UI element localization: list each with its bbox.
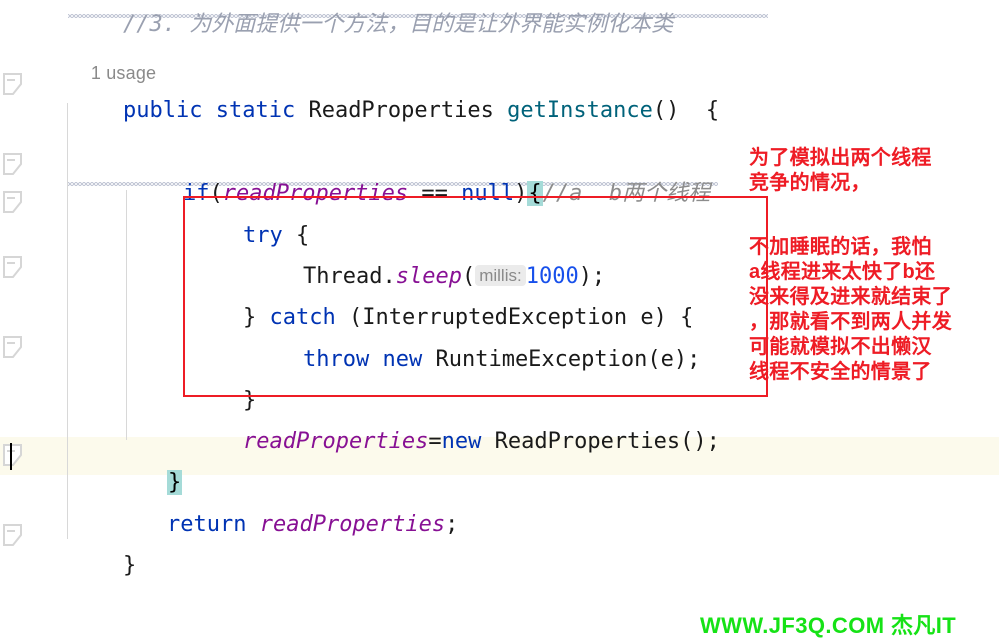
semicolon: ;: [445, 512, 459, 537]
if-close-paren: ): [514, 181, 528, 206]
code-line-top-comment[interactable]: //3. 为外面提供一个方法，目的是让外界能实例化本类: [70, 0, 673, 64]
equality-operator: ==: [408, 181, 462, 206]
inline-comment: //a b两个线程: [542, 181, 711, 206]
keyword-throw: throw: [302, 347, 370, 372]
keyword-new: new: [382, 347, 423, 372]
code-editor-canvas[interactable]: //3. 为外面提供一个方法，目的是让外界能实例化本类 1 usage publ…: [0, 0, 999, 638]
code-fold-icon[interactable]: [2, 72, 24, 98]
code-line-method-close[interactable]: }: [70, 527, 136, 605]
method-close-brace: }: [122, 553, 137, 578]
keyword-return: return: [166, 512, 247, 537]
annotation-note-top: 为了模拟出两个线程 竞争的情况，: [749, 147, 932, 194]
code-line-return[interactable]: return readProperties;: [114, 486, 458, 564]
field-readproperties: readProperties: [259, 512, 446, 537]
code-fold-icon[interactable]: [2, 255, 24, 281]
code-line-assign[interactable]: readProperties=new ReadProperties();: [190, 403, 720, 481]
annotation-note-bottom: 不加睡眠的话，我怕 a线程进来太快了b还 没来得及进来就结束了 ，那就看不到两人…: [749, 236, 952, 383]
code-fold-icon[interactable]: [2, 443, 24, 469]
code-fold-icon[interactable]: [2, 152, 24, 178]
method-name: getInstance: [507, 98, 653, 123]
keyword-public: public: [122, 98, 203, 123]
signature-parens: (): [652, 98, 680, 123]
assign-operator: =: [428, 429, 442, 454]
keyword-static: static: [215, 98, 296, 123]
code-fold-icon[interactable]: [2, 335, 24, 361]
return-type: ReadProperties: [308, 98, 494, 123]
code-line-throw[interactable]: throw new RuntimeException(e);: [250, 321, 700, 399]
indent-guide: [67, 103, 68, 539]
null-literal: null: [461, 181, 515, 206]
constructor-call: ReadProperties();: [494, 429, 720, 454]
runtime-exception-call: RuntimeException(e);: [435, 347, 701, 372]
indent-guide: [126, 190, 127, 440]
top-comment-text: //3. 为外面提供一个方法，目的是让外界能实例化本类: [122, 12, 674, 37]
editor-gutter[interactable]: [0, 0, 60, 638]
matched-brace-highlight: {: [527, 181, 543, 206]
code-fold-icon[interactable]: [2, 523, 24, 549]
code-line-signature[interactable]: public static ReadProperties getInstance…: [70, 72, 719, 150]
site-watermark: WWW.JF3Q.COM 杰凡IT: [700, 613, 957, 638]
text-caret: [10, 443, 12, 470]
signature-open-brace: {: [705, 98, 720, 123]
field-readproperties: readProperties: [242, 429, 429, 454]
code-fold-icon[interactable]: [2, 190, 24, 216]
keyword-new: new: [441, 429, 482, 454]
